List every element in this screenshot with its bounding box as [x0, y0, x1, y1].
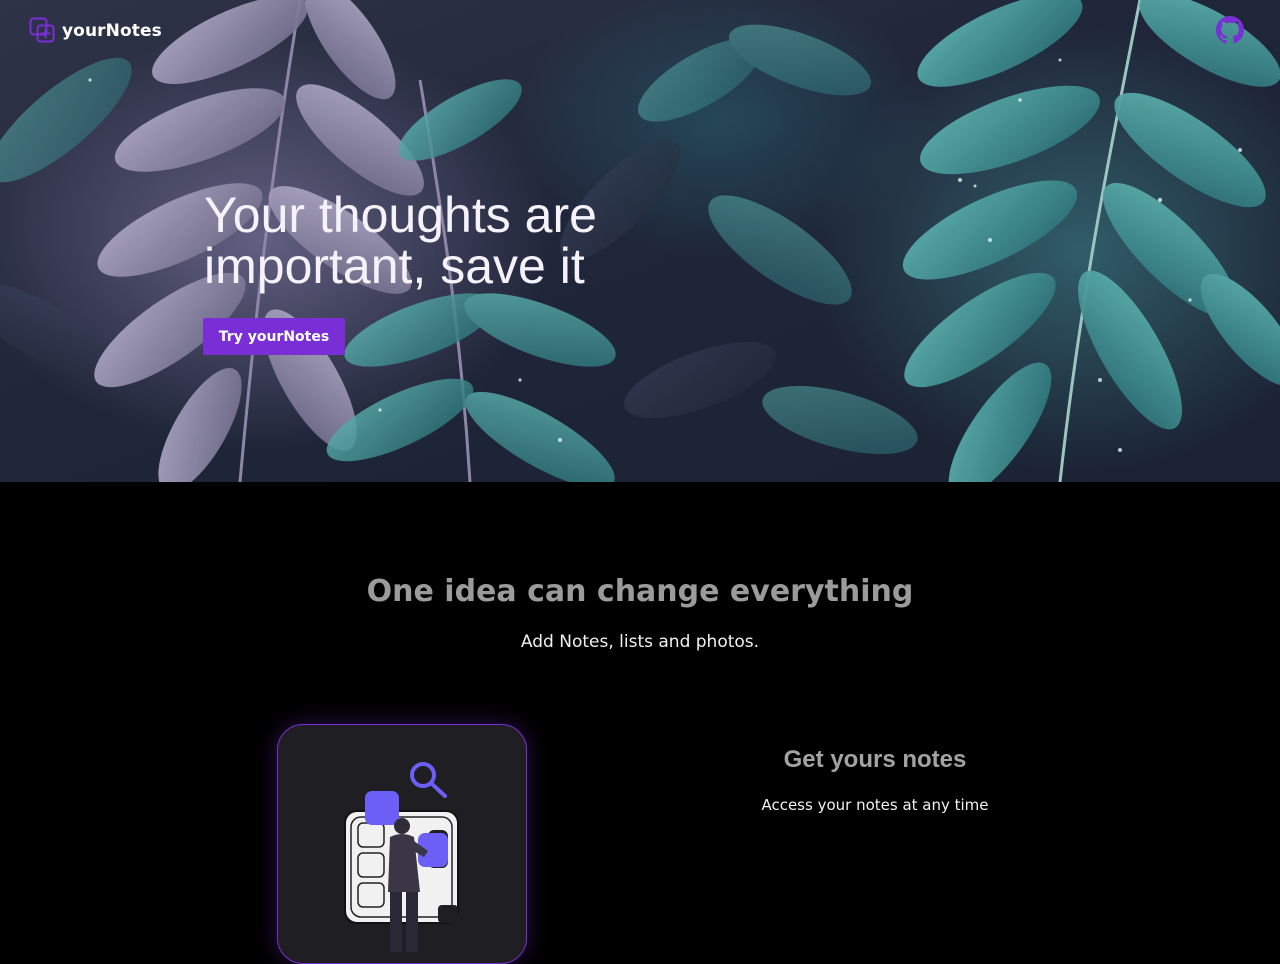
- section-subtitle: Add Notes, lists and photos.: [520, 632, 760, 652]
- add-note-icon: [29, 17, 55, 43]
- feature-description: Access your notes at any time: [761, 796, 989, 814]
- try-yournotes-button[interactable]: Try yourNotes: [203, 318, 345, 355]
- github-icon[interactable]: [1216, 16, 1244, 44]
- hero-section: yourNotes Your thoughts are important, s…: [0, 0, 1280, 482]
- search-icon: [410, 762, 447, 798]
- feature-title: Get yours notes: [783, 746, 967, 773]
- hero-title: Your thoughts are important, save it: [204, 187, 597, 294]
- notes-illustration: [344, 762, 459, 952]
- section-title: One idea can change everything: [366, 574, 914, 609]
- brand[interactable]: yourNotes: [29, 17, 162, 44]
- brand-name: yourNotes: [62, 20, 162, 41]
- feature-card: [277, 724, 527, 964]
